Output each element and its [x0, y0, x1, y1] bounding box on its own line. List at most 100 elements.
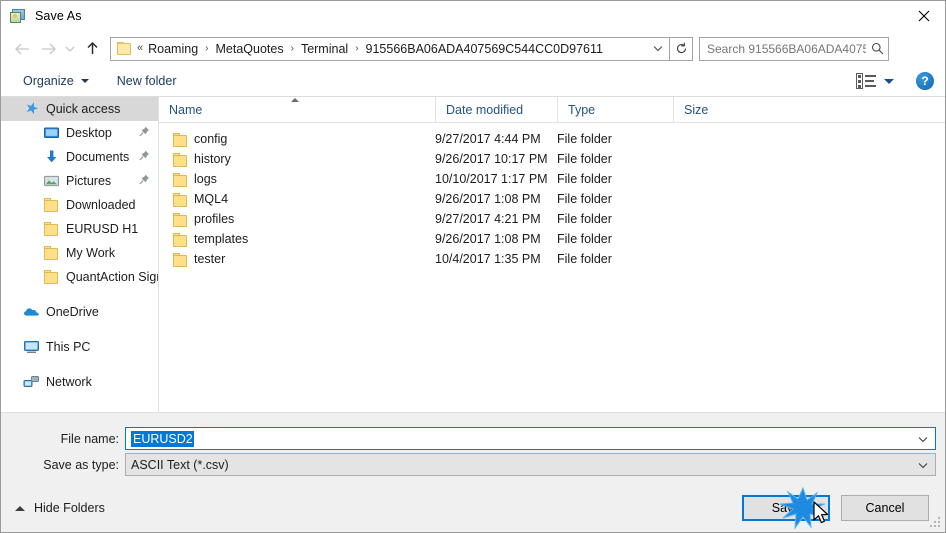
sidebar-item-label: Desktop	[66, 126, 112, 140]
sidebar-item-label: This PC	[46, 340, 91, 354]
main-content: Quick access Desktop Documents Pictures …	[1, 97, 945, 412]
sidebar-item-eurusd-h1[interactable]: EURUSD H1	[1, 217, 158, 241]
hide-folders-button[interactable]: Hide Folders	[15, 501, 105, 515]
file-date-modified: 9/26/2017 1:08 PM	[435, 192, 541, 206]
sidebar-item-quick-access[interactable]: Quick access	[1, 97, 158, 121]
breadcrumb-separator: ›	[290, 42, 294, 54]
title-bar: Save As	[1, 1, 945, 31]
this-pc-icon	[23, 339, 40, 355]
file-type-select[interactable]: ASCII Text (*.csv)	[125, 453, 936, 476]
sidebar-item-desktop[interactable]: Desktop	[1, 121, 158, 145]
breadcrumb-separator: ›	[205, 42, 209, 54]
view-layout-icon[interactable]	[856, 73, 876, 89]
column-header-name[interactable]: Name	[159, 97, 435, 122]
table-row[interactable]: logs 10/10/2017 1:17 PM File folder	[159, 169, 945, 189]
command-toolbar: Organize New folder ?	[1, 66, 945, 97]
chevron-down-icon	[80, 79, 89, 83]
file-type: File folder	[557, 232, 612, 246]
file-name: config	[194, 132, 228, 146]
breadcrumb-item-instance[interactable]: 915566BA06ADA407569C544CC0D97611	[364, 42, 605, 56]
file-name: history	[194, 152, 231, 166]
navigation-sidebar: Quick access Desktop Documents Pictures …	[1, 97, 159, 412]
file-list-rows: config 9/27/2017 4:44 PM File folder his…	[159, 123, 945, 269]
breadcrumb-item-roaming[interactable]: Roaming	[146, 42, 200, 56]
organize-label: Organize	[23, 74, 74, 88]
network-icon	[23, 374, 40, 390]
table-row[interactable]: profiles 9/27/2017 4:21 PM File folder	[159, 209, 945, 229]
save-as-dialog: Save As « Roaming › MetaQuotes › Termina…	[0, 0, 946, 533]
file-name-input[interactable]: EURUSD2	[125, 427, 936, 450]
sidebar-item-label: OneDrive	[46, 305, 99, 319]
forward-arrow-icon[interactable]	[35, 35, 61, 63]
file-type: File folder	[557, 172, 612, 186]
sidebar-item-quantaction-signal[interactable]: QuantAction Signal	[1, 265, 158, 289]
toolbar-right-group: ?	[856, 72, 934, 90]
folder-icon	[172, 172, 188, 187]
file-name: logs	[194, 172, 217, 186]
sidebar-item-onedrive[interactable]: OneDrive	[1, 300, 158, 324]
table-row[interactable]: templates 9/26/2017 1:08 PM File folder	[159, 229, 945, 249]
cancel-button[interactable]: Cancel	[841, 495, 929, 521]
file-name-value: EURUSD2	[131, 430, 194, 447]
pin-icon[interactable]	[139, 126, 150, 140]
folder-icon	[43, 221, 60, 237]
table-row[interactable]: config 9/27/2017 4:44 PM File folder	[159, 129, 945, 149]
pictures-icon	[43, 173, 60, 189]
address-bar[interactable]: « Roaming › MetaQuotes › Terminal › 9155…	[110, 36, 670, 61]
file-type: File folder	[557, 152, 612, 166]
sidebar-item-my-work[interactable]: My Work	[1, 241, 158, 265]
folder-icon	[172, 152, 188, 167]
table-row[interactable]: history 9/26/2017 10:17 PM File folder	[159, 149, 945, 169]
sidebar-item-this-pc[interactable]: This PC	[1, 335, 158, 359]
column-header-size[interactable]: Size	[673, 97, 753, 122]
file-name: MQL4	[194, 192, 229, 206]
column-header-type[interactable]: Type	[557, 97, 673, 122]
sidebar-item-documents[interactable]: Documents	[1, 145, 158, 169]
window-title: Save As	[35, 9, 82, 23]
folder-icon	[172, 132, 188, 147]
new-folder-button[interactable]: New folder	[109, 69, 185, 93]
onedrive-cloud-icon	[23, 304, 40, 320]
folder-icon	[172, 252, 188, 267]
column-header-label: Size	[684, 102, 709, 117]
close-icon[interactable]	[901, 1, 945, 31]
breadcrumb-item-metaquotes[interactable]: MetaQuotes	[214, 42, 286, 56]
file-name: tester	[194, 252, 226, 266]
folder-icon	[172, 232, 188, 247]
file-type: File folder	[557, 212, 612, 226]
pin-icon[interactable]	[139, 174, 150, 188]
refresh-icon[interactable]	[669, 36, 693, 61]
sidebar-item-label: My Work	[66, 246, 116, 260]
file-date-modified: 9/27/2017 4:21 PM	[435, 212, 541, 226]
recent-locations-chevron-icon[interactable]	[61, 35, 79, 63]
chevron-down-icon[interactable]	[918, 430, 928, 448]
up-arrow-icon[interactable]	[79, 35, 105, 63]
breadcrumb-root[interactable]: «	[137, 43, 146, 54]
file-date-modified: 10/10/2017 1:17 PM	[435, 172, 548, 186]
column-header-row: Name Date modified Type Size	[159, 97, 945, 123]
resize-grip-icon[interactable]	[930, 517, 942, 529]
back-arrow-icon[interactable]	[9, 35, 35, 63]
breadcrumb-item-terminal[interactable]: Terminal	[299, 42, 350, 56]
sidebar-item-label: Quick access	[46, 102, 121, 116]
sidebar-item-pictures[interactable]: Pictures	[1, 169, 158, 193]
file-type: File folder	[557, 192, 612, 206]
column-header-date-modified[interactable]: Date modified	[435, 97, 557, 122]
file-date-modified: 10/4/2017 1:35 PM	[435, 252, 541, 266]
sort-ascending-icon	[291, 98, 299, 102]
sidebar-item-network[interactable]: Network	[1, 370, 158, 394]
pin-icon[interactable]	[139, 150, 150, 164]
save-button[interactable]: Save	[742, 495, 830, 521]
view-options-chevron-icon[interactable]	[884, 78, 894, 84]
help-icon[interactable]: ?	[916, 72, 934, 90]
folder-icon	[172, 192, 188, 207]
chevron-up-icon	[15, 505, 25, 511]
file-type-label: Save as type:	[43, 457, 119, 472]
sidebar-item-downloaded[interactable]: Downloaded	[1, 193, 158, 217]
table-row[interactable]: tester 10/4/2017 1:35 PM File folder	[159, 249, 945, 269]
search-input[interactable]: Search 915566BA06ADA40756...	[699, 36, 889, 61]
organize-button[interactable]: Organize	[15, 69, 97, 93]
chevron-down-icon[interactable]	[918, 456, 928, 474]
chevron-down-icon[interactable]	[647, 38, 669, 60]
table-row[interactable]: MQL4 9/26/2017 1:08 PM File folder	[159, 189, 945, 209]
